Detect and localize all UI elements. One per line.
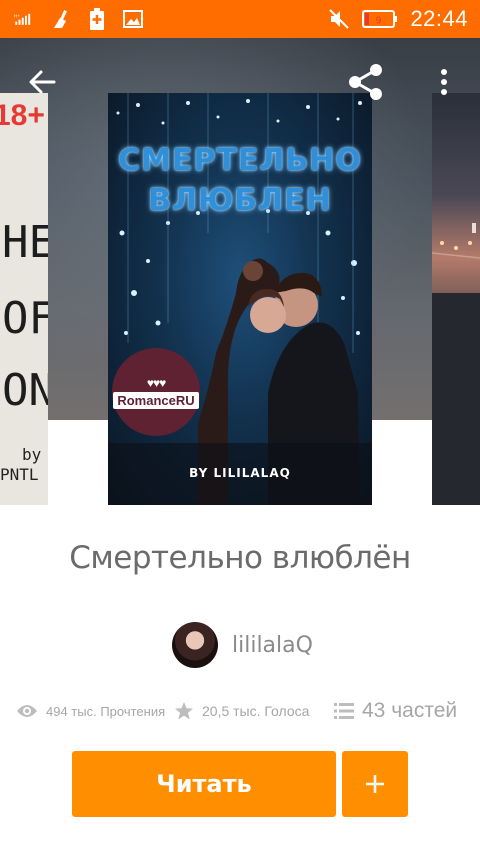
votes-stat: 20,5 тыс. Голоса	[174, 701, 309, 721]
cover-byline: BY LILILALAQ	[189, 466, 291, 480]
share-button[interactable]	[344, 60, 388, 104]
reads-stat: 494 тыс. Прочтения	[16, 703, 165, 719]
author-row[interactable]: lililalaQ	[172, 622, 313, 668]
read-button[interactable]: Читать	[72, 751, 336, 817]
votes-count: 20,5 тыс. Голоса	[202, 703, 310, 719]
left-cover-line1: HE	[2, 217, 48, 268]
parts-stat: 43 частей	[334, 699, 457, 723]
hearts-icon: ♥♥♥	[146, 375, 166, 390]
author-avatar[interactable]	[172, 622, 218, 668]
cover-title: СМЕРТЕЛЬНО ВЛЮБЛЕН	[108, 141, 372, 221]
status-time: 22:44	[410, 6, 468, 31]
signal-icon: H+	[14, 8, 36, 30]
svg-text:H+: H+	[14, 14, 20, 19]
arrow-left-icon	[29, 70, 56, 94]
mute-icon	[328, 8, 350, 30]
toolbar	[0, 38, 480, 122]
left-cover-line2: OF	[2, 293, 48, 344]
book-stats: 494 тыс. Прочтения 20,5 тыс. Голоса 43 ч…	[16, 696, 476, 726]
more-options-button[interactable]	[430, 64, 458, 100]
romance-brand: RomanceRU	[113, 391, 199, 409]
next-cover-art	[432, 223, 480, 505]
back-button[interactable]	[24, 64, 60, 100]
romance-badge: ♥♥♥ RomanceRU	[112, 348, 200, 436]
left-cover-line3: ON	[2, 365, 48, 416]
eye-icon	[17, 705, 37, 717]
cover-title-line1: СМЕРТЕЛЬНО	[118, 143, 362, 178]
star-icon	[175, 702, 193, 720]
plus-icon	[366, 775, 384, 793]
next-book-cover[interactable]	[432, 93, 480, 505]
author-name[interactable]: lililalaQ	[232, 633, 313, 658]
left-cover-by: by	[22, 445, 42, 464]
cleaner-icon	[50, 8, 72, 30]
battery-icon: 9	[362, 8, 398, 30]
cover-title-line2: ВЛЮБЛЕН	[148, 183, 332, 218]
battery-saver-icon	[86, 8, 108, 30]
image-icon	[122, 8, 144, 30]
status-bar: H+ 9 22:44	[0, 0, 480, 38]
book-cover[interactable]: СМЕРТЕЛЬНО ВЛЮБЛЕН ♥♥♥ RomanceRU BY LILI…	[108, 93, 372, 505]
more-vertical-icon	[441, 69, 447, 95]
reads-count: 494 тыс. Прочтения	[46, 703, 166, 719]
left-cover-author: PNTL	[0, 465, 39, 484]
parts-count: 43 частей	[362, 699, 458, 722]
share-icon	[349, 64, 382, 100]
book-title: Смертельно влюблён	[69, 540, 411, 576]
list-icon	[334, 703, 354, 719]
previous-book-cover[interactable]: 18+ HE OF ON by PNTL	[0, 93, 48, 505]
add-to-library-button[interactable]	[342, 751, 408, 817]
battery-level: 9	[376, 16, 382, 27]
